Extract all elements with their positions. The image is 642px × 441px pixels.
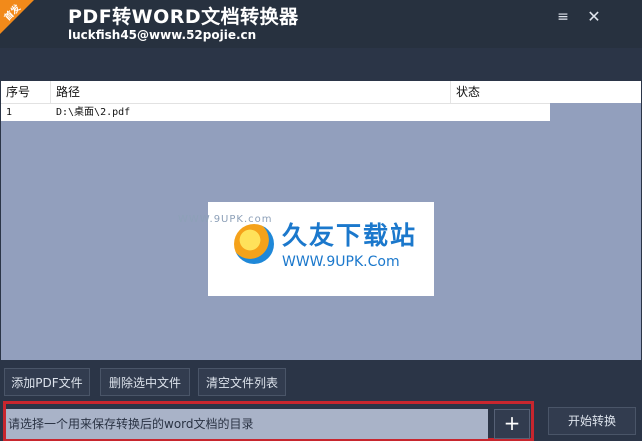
row-path: D:\桌面\2.pdf [56, 107, 131, 118]
column-header-index[interactable]: 序号 [1, 81, 51, 103]
add-pdf-button[interactable]: 添加PDF文件 [4, 368, 90, 396]
menu-icon: ≡ [557, 9, 569, 25]
menu-button[interactable]: ≡ [553, 8, 573, 26]
start-convert-button[interactable]: 开始转换 [548, 407, 636, 435]
delete-selected-button[interactable]: 删除选中文件 [100, 368, 190, 396]
close-icon: ✕ [587, 7, 601, 26]
watermark: WWW.9UPK.com 久友下载站 WWW.9UPK.Com [178, 202, 434, 296]
watermark-url: WWW.9UPK.Com [282, 254, 400, 270]
file-table: 序号 路径 状态 1 D:\桌面\2.pdf [1, 81, 550, 121]
column-header-path[interactable]: 路径 [51, 81, 451, 103]
watermark-name: 久友下载站 [282, 221, 418, 250]
table-row[interactable]: 1 D:\桌面\2.pdf [1, 104, 550, 121]
row-status [451, 104, 550, 121]
watermark-logo-text: WWW.9UPK.com [178, 214, 273, 225]
main-content: 序号 路径 状态 1 D:\桌面\2.pdf WWW.9UPK.com 久友下载… [0, 48, 642, 361]
column-header-status[interactable]: 状态 [451, 81, 550, 103]
close-button[interactable]: ✕ [584, 8, 604, 26]
clear-list-button[interactable]: 清空文件列表 [198, 368, 286, 396]
title-bar: 首发 PDF转WORD文档转换器 luckfish45@www.52pojie.… [0, 0, 642, 48]
browse-directory-button[interactable]: + [494, 409, 530, 439]
output-directory-input[interactable] [6, 409, 488, 439]
bottom-toolbar: 添加PDF文件 删除选中文件 清空文件列表 + 开始转换 [0, 360, 642, 441]
table-header: 序号 路径 状态 [1, 81, 550, 104]
table-header-filler [550, 81, 641, 103]
row-index: 1 [6, 107, 13, 118]
file-list-area[interactable]: 序号 路径 状态 1 D:\桌面\2.pdf WWW.9UPK.com 久友下载… [1, 81, 641, 361]
app-title: PDF转WORD文档转换器 [68, 6, 299, 28]
globe-logo-icon [234, 224, 274, 264]
app-subtitle: luckfish45@www.52pojie.cn [68, 28, 257, 42]
